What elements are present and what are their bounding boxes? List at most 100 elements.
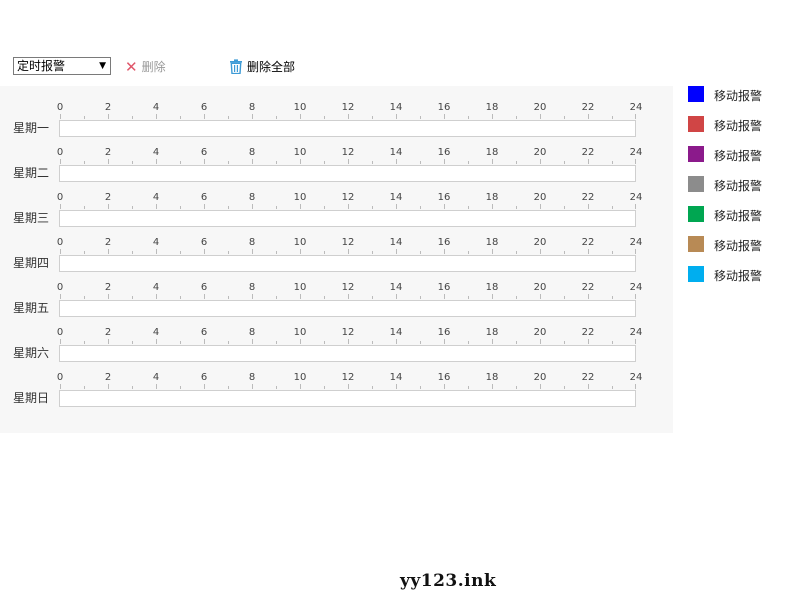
hour-tick bbox=[564, 251, 565, 254]
hour-tick bbox=[468, 161, 469, 164]
hour-tick-label: 10 bbox=[293, 372, 307, 383]
hour-tick bbox=[588, 159, 589, 164]
hour-tick bbox=[635, 204, 636, 209]
hour-tick bbox=[180, 386, 181, 389]
alarm-type-select-value: 定时报警 bbox=[17, 59, 66, 73]
delete-all-button[interactable]: 删除全部 bbox=[229, 59, 295, 75]
hour-tick bbox=[564, 206, 565, 209]
hour-tick bbox=[635, 114, 636, 119]
legend-item[interactable]: 移动报警 bbox=[688, 176, 798, 206]
legend-item[interactable]: 移动报警 bbox=[688, 116, 798, 146]
hour-tick-label: 4 bbox=[152, 237, 160, 248]
hour-tick-label: 16 bbox=[437, 192, 451, 203]
hour-tick bbox=[372, 341, 373, 344]
hour-tick bbox=[348, 339, 349, 344]
hour-tick bbox=[516, 206, 517, 209]
hour-tick bbox=[156, 294, 157, 299]
hour-tick bbox=[635, 249, 636, 254]
day-row: 星期三 0 2 4 6 8 10 12 14 16 18 20 22 24 bbox=[0, 176, 673, 227]
hour-tick bbox=[84, 161, 85, 164]
hour-tick bbox=[180, 116, 181, 119]
hour-tick-label: 12 bbox=[341, 237, 355, 248]
legend-label: 移动报警 bbox=[714, 179, 763, 193]
hour-tick-label: 20 bbox=[533, 372, 547, 383]
hour-tick bbox=[612, 161, 613, 164]
legend-label: 移动报警 bbox=[714, 149, 763, 163]
delete-button[interactable]: ✕ 删除 bbox=[125, 59, 166, 75]
legend-item[interactable]: 移动报警 bbox=[688, 146, 798, 176]
hour-tick bbox=[420, 341, 421, 344]
hour-tick-label: 10 bbox=[293, 192, 307, 203]
hour-ruler: 0 2 4 6 8 10 12 14 16 18 20 22 24 bbox=[57, 237, 642, 254]
delete-button-label: 删除 bbox=[141, 60, 166, 74]
hour-tick bbox=[468, 341, 469, 344]
hour-tick bbox=[132, 341, 133, 344]
hour-tick bbox=[252, 294, 253, 299]
hour-tick bbox=[108, 114, 109, 119]
hour-tick bbox=[180, 251, 181, 254]
hour-tick-label: 0 bbox=[56, 327, 64, 338]
legend-color-swatch bbox=[688, 86, 704, 102]
hour-tick bbox=[228, 206, 229, 209]
toolbar: 定时报警 ▼ ✕ 删除 删除全部 bbox=[13, 57, 313, 77]
hour-tick bbox=[635, 159, 636, 164]
hour-tick-label: 18 bbox=[485, 147, 499, 158]
hour-tick bbox=[372, 161, 373, 164]
hour-tick bbox=[444, 114, 445, 119]
hour-tick-label: 24 bbox=[629, 147, 643, 158]
legend-item[interactable]: 移动报警 bbox=[688, 236, 798, 266]
hour-tick-label: 22 bbox=[581, 372, 595, 383]
hour-tick bbox=[420, 116, 421, 119]
hour-tick bbox=[132, 251, 133, 254]
hour-tick bbox=[276, 161, 277, 164]
hour-tick bbox=[84, 386, 85, 389]
hour-tick-label: 6 bbox=[200, 192, 208, 203]
legend-color-swatch bbox=[688, 146, 704, 162]
hour-tick bbox=[132, 296, 133, 299]
hour-tick bbox=[444, 249, 445, 254]
alarm-type-select[interactable]: 定时报警 ▼ bbox=[13, 57, 111, 75]
hour-tick-label: 18 bbox=[485, 192, 499, 203]
schedule-timeline-bar[interactable] bbox=[59, 390, 636, 407]
hour-tick bbox=[228, 116, 229, 119]
legend-color-swatch bbox=[688, 176, 704, 192]
hour-tick bbox=[420, 251, 421, 254]
hour-tick bbox=[540, 384, 541, 389]
hour-tick bbox=[468, 251, 469, 254]
legend-item[interactable]: 移动报警 bbox=[688, 206, 798, 236]
hour-tick bbox=[492, 159, 493, 164]
legend-item[interactable]: 移动报警 bbox=[688, 86, 798, 116]
trash-icon bbox=[230, 59, 242, 75]
hour-tick bbox=[204, 384, 205, 389]
hour-tick bbox=[132, 206, 133, 209]
hour-tick bbox=[492, 294, 493, 299]
hour-tick-label: 18 bbox=[485, 237, 499, 248]
hour-tick-label: 6 bbox=[200, 282, 208, 293]
hour-tick bbox=[60, 114, 61, 119]
hour-tick bbox=[468, 206, 469, 209]
hour-tick bbox=[564, 341, 565, 344]
hour-tick bbox=[300, 204, 301, 209]
hour-tick bbox=[540, 294, 541, 299]
hour-tick bbox=[396, 384, 397, 389]
hour-tick bbox=[588, 249, 589, 254]
hour-tick bbox=[420, 206, 421, 209]
hour-tick bbox=[564, 116, 565, 119]
hour-tick bbox=[132, 116, 133, 119]
hour-tick bbox=[492, 249, 493, 254]
hour-tick bbox=[252, 204, 253, 209]
hour-tick bbox=[300, 384, 301, 389]
hour-tick-label: 14 bbox=[389, 237, 403, 248]
hour-tick bbox=[276, 116, 277, 119]
hour-tick bbox=[564, 386, 565, 389]
hour-tick bbox=[372, 206, 373, 209]
hour-tick bbox=[588, 339, 589, 344]
legend-item[interactable]: 移动报警 bbox=[688, 266, 798, 296]
hour-tick bbox=[348, 384, 349, 389]
hour-tick bbox=[588, 384, 589, 389]
hour-tick bbox=[180, 296, 181, 299]
hour-tick-label: 4 bbox=[152, 147, 160, 158]
close-icon: ✕ bbox=[125, 58, 138, 76]
hour-tick-label: 20 bbox=[533, 192, 547, 203]
hour-tick-label: 8 bbox=[248, 372, 256, 383]
